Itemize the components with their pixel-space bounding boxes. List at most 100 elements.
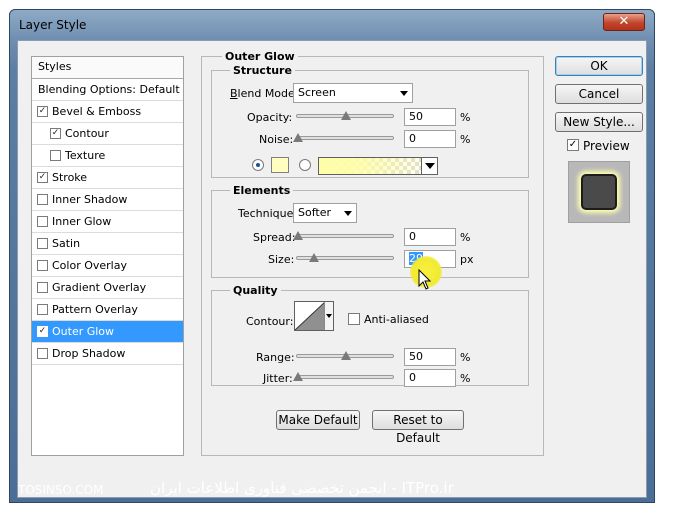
outer-glow-panel: Outer Glow Structure Blend Mode: Screen … [201,50,544,456]
contour-picker[interactable] [294,301,334,331]
blend-mode-label: Blend Mode: [230,87,299,100]
styles-item-inner-shadow[interactable]: Inner Shadow [32,189,183,211]
styles-item-label: Satin [52,237,81,250]
technique-select[interactable]: Softer [293,203,357,223]
contour-curve-icon [295,302,325,330]
styles-item-bevel-emboss[interactable]: ✓ Bevel & Emboss [32,101,183,123]
style-checkbox[interactable] [37,348,48,359]
quality-title: Quality [230,284,281,297]
range-slider-thumb[interactable] [341,351,351,361]
styles-item-texture[interactable]: Texture [32,145,183,167]
style-checkbox[interactable] [37,260,48,271]
opacity-slider-thumb[interactable] [341,111,351,121]
spread-slider[interactable] [293,231,394,241]
jitter-label: Jitter: [263,372,293,385]
window-title: Layer Style [19,18,87,32]
blend-mode-select[interactable]: Screen [293,83,413,103]
style-preview-thumbnail [568,161,630,223]
range-unit: % [460,351,471,364]
styles-header[interactable]: Styles [32,57,183,79]
styles-item-stroke[interactable]: ✓ Stroke [32,167,183,189]
size-slider-thumb[interactable] [309,253,320,263]
jitter-slider[interactable] [293,372,394,382]
style-checkbox[interactable] [37,216,48,227]
noise-label: Noise: [259,133,294,146]
style-checkbox[interactable] [50,150,61,161]
close-button[interactable]: ✕ [603,13,645,31]
cancel-button[interactable]: Cancel [555,84,643,104]
noise-unit: % [460,133,471,146]
styles-item-label: Stroke [52,171,88,184]
glow-color-swatch[interactable] [271,157,289,173]
size-label: Size: [268,253,295,266]
preview-square [581,174,617,210]
opacity-slider[interactable] [296,111,394,121]
range-slider[interactable] [296,351,394,361]
glow-gradient-picker[interactable] [318,157,438,175]
spread-input[interactable]: 0 [404,228,456,246]
style-checkbox[interactable]: ✓ [37,172,48,183]
styles-item-color-overlay[interactable]: Color Overlay [32,255,183,277]
opacity-unit: % [460,111,471,124]
styles-item-label: Texture [65,149,106,162]
styles-item-gradient-overlay[interactable]: Gradient Overlay [32,277,183,299]
jitter-unit: % [460,372,471,385]
styles-item-contour[interactable]: ✓ Contour [32,123,183,145]
styles-item-label: Inner Shadow [52,193,128,206]
gradient-radio[interactable] [299,159,311,171]
spread-unit: % [460,231,471,244]
chevron-down-icon[interactable] [421,158,437,174]
styles-item-label: Contour [65,127,109,140]
styles-item-label: Drop Shadow [52,347,126,360]
style-checkbox[interactable] [37,282,48,293]
noise-input[interactable]: 0 [404,130,456,148]
reset-to-default-button[interactable]: Reset to Default [372,410,464,445]
structure-title: Structure [230,64,295,77]
style-checkbox[interactable]: ✓ [50,128,61,139]
noise-slider[interactable] [293,133,394,143]
styles-item-drop-shadow[interactable]: Drop Shadow [32,343,183,365]
chevron-down-icon [344,211,352,216]
jitter-input[interactable]: 0 [404,369,456,387]
spread-label: Spread: [253,231,296,244]
styles-item-satin[interactable]: Satin [32,233,183,255]
range-label: Range: [256,351,295,364]
range-input[interactable]: 50 [404,348,456,366]
opacity-label: Opacity: [247,111,293,124]
chevron-down-icon[interactable] [324,302,333,330]
preview-label: Preview [583,139,630,153]
styles-item-pattern-overlay[interactable]: Pattern Overlay [32,299,183,321]
styles-item-outer-glow[interactable]: ✓ Outer Glow [32,321,183,343]
style-checkbox[interactable] [37,194,48,205]
styles-item-inner-glow[interactable]: Inner Glow [32,211,183,233]
jitter-slider-thumb[interactable] [293,372,303,382]
technique-value: Softer [298,206,331,219]
ok-button[interactable]: OK [555,56,643,76]
style-checkbox[interactable] [37,304,48,315]
blend-mode-value: Screen [298,86,336,99]
title-bar[interactable]: Layer Style ✕ [10,10,654,40]
anti-aliased-label: Anti-aliased [364,313,429,326]
styles-item-blending-options-default[interactable]: Blending Options: Default [32,79,183,101]
preview-checkbox[interactable]: ✓ [567,139,579,151]
opacity-input[interactable]: 50 [404,108,456,126]
style-checkbox[interactable] [37,238,48,249]
anti-aliased-checkbox[interactable] [348,313,360,325]
elements-group: Elements Technique: Softer Spread: 0 % S… [211,184,529,278]
layer-style-dialog: Layer Style ✕ Styles Blending Options: D… [9,9,655,503]
outer-glow-title: Outer Glow [222,50,298,63]
solid-color-radio[interactable] [252,159,264,171]
noise-slider-thumb[interactable] [293,133,303,143]
spread-slider-thumb[interactable] [293,231,303,241]
style-checkbox[interactable]: ✓ [37,326,48,337]
chevron-down-icon [400,91,408,96]
dialog-body: Styles Blending Options: Default ✓ Bevel &… [17,40,647,498]
technique-label: Technique: [238,207,298,220]
make-default-button[interactable]: Make Default [276,410,360,430]
styles-item-label: Color Overlay [52,259,127,272]
new-style-button[interactable]: New Style... [555,112,643,132]
styles-item-label: Inner Glow [52,215,112,228]
size-unit: px [460,253,474,266]
style-checkbox[interactable]: ✓ [37,106,48,117]
size-slider[interactable] [296,253,394,263]
